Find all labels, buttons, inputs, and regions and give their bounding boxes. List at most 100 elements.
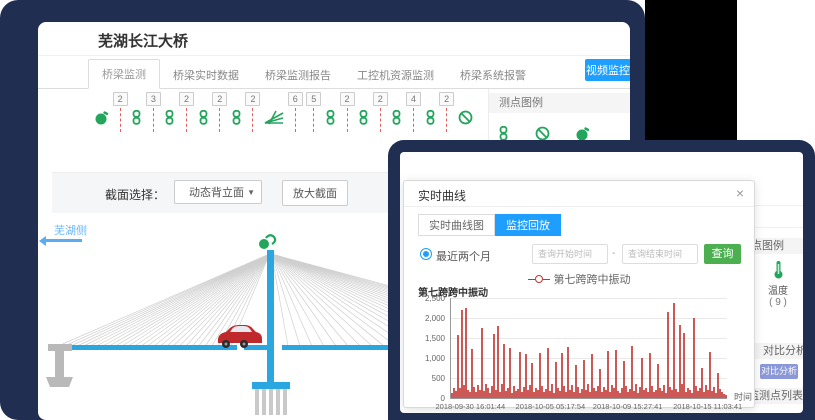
legend-panel-header: 测点图例 [489, 93, 630, 113]
y-tick-label: 500 [405, 374, 445, 383]
tab-2[interactable]: 桥梁监测报告 [252, 61, 344, 89]
chain-sensor-icon[interactable] [358, 92, 369, 125]
recent-two-months-radio[interactable] [420, 248, 432, 260]
dashed-line [380, 108, 381, 132]
chain-sensor-icon[interactable] [198, 92, 209, 125]
tab-0[interactable]: 桥梁监测 [88, 59, 160, 89]
tab-4[interactable]: 桥梁系统报警 [447, 61, 539, 89]
dashed-line [252, 108, 253, 132]
car [218, 325, 262, 348]
dashed-line [186, 108, 187, 132]
y-tick-label: 2,000 [405, 314, 445, 323]
wind-sensor-icon[interactable] [95, 92, 109, 126]
compare-analysis-button[interactable]: 对比分析 [760, 364, 798, 379]
chain-icon [391, 110, 402, 125]
x-tick-label: 2018-10-09 15:27:41 [593, 402, 663, 411]
floating-window: 测点图例 温度 ( 9 ) 对比分析 对比分析 监测点列表 实时曲线 × [400, 152, 803, 413]
sensor-count-marker[interactable]: 2 [179, 92, 194, 132]
chain-icon [231, 110, 242, 125]
query-button[interactable]: 查询 [704, 244, 741, 264]
sensor-count-badge: 2 [373, 92, 388, 106]
sensor-count-marker[interactable]: 6 [288, 92, 303, 132]
sensor-count-badge: 5 [306, 92, 321, 106]
bridge-tower [267, 250, 274, 386]
sensor-count-badge: 2 [179, 92, 194, 106]
chain-sensor-icon[interactable] [131, 92, 142, 125]
sensor-count-marker[interactable]: 4 [406, 92, 421, 132]
modal-header: 实时曲线 × [404, 181, 754, 207]
recent-two-months-label: 最近两个月 [436, 248, 491, 264]
query-controls: 最近两个月 - 查询 [404, 244, 754, 266]
floating-window-frame: 测点图例 温度 ( 9 ) 对比分析 对比分析 监测点列表 实时曲线 × [388, 140, 815, 420]
y-tick-label: 2,500 [405, 294, 445, 303]
fan-sensor-icon[interactable] [264, 92, 284, 125]
query-end-time-input[interactable] [622, 244, 698, 264]
realtime-curve-modal: 实时曲线 × 实时曲线图 监控回放 最近两个月 - 查询 [403, 180, 755, 408]
chart-plot: 2,5002,0001,5001,00050002018-09-30 16:01… [450, 298, 727, 399]
background-black-area [645, 0, 737, 150]
x-axis-name: 时间 [734, 390, 752, 403]
fan-icon [264, 110, 284, 125]
sensor-count-marker[interactable]: 2 [340, 92, 355, 132]
x-tick-label: 2018-10-05 05:17:54 [516, 402, 586, 411]
chain-sensor-icon[interactable] [164, 92, 175, 125]
chain-icon [198, 110, 209, 125]
x-tick-label: 2018-09-30 16:01:44 [435, 402, 505, 411]
chain-sensor-icon[interactable] [231, 92, 242, 125]
chain-sensor-icon[interactable] [425, 92, 436, 125]
tab-monitor-playback[interactable]: 监控回放 [495, 214, 561, 236]
modal-title: 实时曲线 [418, 187, 466, 204]
desktop-canvas: 芜湖长江大桥 桥梁监测桥梁实时数据桥梁监测报告工控机资源监测桥梁系统报警 视频监… [0, 0, 815, 420]
sensor-count-badge: 2 [439, 92, 454, 106]
legend-marker-icon [528, 275, 550, 283]
y-tick-label: 1,000 [405, 354, 445, 363]
chain-icon [164, 110, 175, 125]
chain-icon [325, 110, 336, 125]
enlarge-section-button[interactable]: 放大截面 [282, 180, 348, 206]
sensor-count-marker[interactable]: 5 [306, 92, 321, 132]
legend-label: 第七跨跨中振动 [554, 271, 631, 287]
sensor-count-marker[interactable]: 2 [373, 92, 388, 132]
y-tick-label: 1,500 [405, 334, 445, 343]
pile-foundation [252, 382, 290, 415]
chain-sensor-icon[interactable] [325, 92, 336, 125]
sensor-count-marker[interactable]: 2 [245, 92, 260, 132]
x-tick-label: 2018-10-15 11:03:41 [673, 402, 742, 411]
tower-top-sensor-icons [259, 235, 275, 249]
sensor-row: 2 3 2 2 2 65 2 2 4 2 [95, 92, 473, 142]
dashed-line [120, 108, 121, 132]
section-select-label: 截面选择： [105, 186, 165, 203]
video-monitor-button[interactable]: 视频监控 [585, 59, 630, 81]
sensor-count-marker[interactable]: 2 [439, 92, 454, 132]
sensor-count-badge: 2 [245, 92, 260, 106]
section-select-value: 动态背立面 [189, 184, 244, 200]
dashed-line [153, 108, 154, 132]
sensor-count-badge: 6 [288, 92, 303, 106]
tab-1[interactable]: 桥梁实时数据 [160, 61, 252, 89]
sensor-count-marker[interactable]: 3 [146, 92, 161, 132]
temperature-item[interactable]: 温度 ( 9 ) [758, 260, 798, 308]
tab-realtime-curve[interactable]: 实时曲线图 [418, 214, 495, 236]
temperature-count: ( 9 ) [758, 297, 798, 308]
section-select[interactable]: 动态背立面 ▼ [174, 180, 262, 204]
temperature-label: 温度 [758, 282, 798, 297]
bridge-deck-left [57, 345, 237, 350]
chain-sensor-icon[interactable] [391, 92, 402, 125]
sensor-count-badge: 3 [146, 92, 161, 106]
dashed-line [347, 108, 348, 132]
sensor-count-marker[interactable]: 2 [113, 92, 128, 132]
query-start-time-input[interactable] [532, 244, 608, 264]
sensor-count-badge: 4 [406, 92, 421, 106]
dashed-line [446, 108, 447, 132]
dashed-line [219, 108, 220, 132]
prohibit-sensor-icon[interactable] [458, 92, 473, 125]
abutment-pier [46, 344, 73, 387]
prohibit-icon [458, 110, 473, 125]
thermometer-icon [773, 260, 784, 279]
close-icon[interactable]: × [736, 185, 744, 201]
sensor-count-marker[interactable]: 2 [212, 92, 227, 132]
sensor-count-badge: 2 [113, 92, 128, 106]
modal-tab-bar: 实时曲线图 监控回放 [418, 214, 561, 236]
chain-icon [358, 110, 369, 125]
tab-3[interactable]: 工控机资源监测 [344, 61, 447, 89]
